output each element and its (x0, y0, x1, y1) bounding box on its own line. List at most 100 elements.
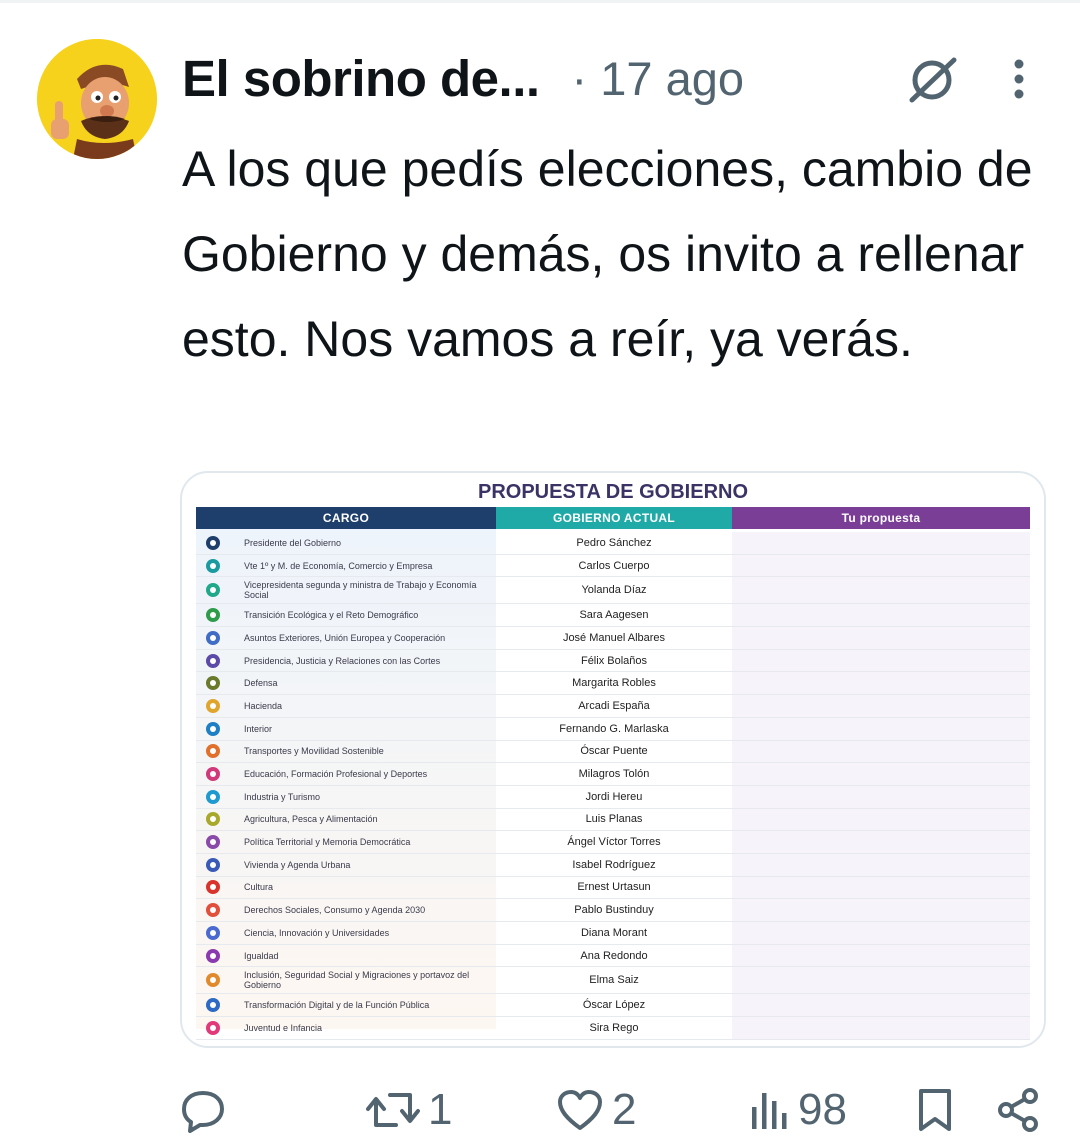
proposal-cell (732, 763, 1030, 785)
heart-icon (558, 1090, 602, 1130)
table-row: Derechos Sociales, Consumo y Agenda 2030… (196, 899, 1030, 922)
views-count: 98 (798, 1085, 847, 1134)
tweet-image[interactable]: PROPUESTA DE GOBIERNO CARGO GOBIERNO ACT… (180, 471, 1046, 1048)
proposal-cell (732, 577, 1030, 604)
share-icon (998, 1088, 1038, 1132)
ministry-icon (206, 998, 220, 1013)
table-row: Cultura Ernest Urtasun (196, 876, 1030, 900)
grok-icon[interactable] (904, 54, 962, 104)
cargo-cell: Vivienda y Agenda Urbana (244, 859, 351, 870)
proposal-cell (732, 554, 1030, 577)
proposal-cell (732, 967, 1030, 994)
proposal-cell (732, 717, 1030, 740)
col-header-cargo: CARGO (196, 507, 496, 529)
bookmark-button[interactable] (916, 1078, 954, 1142)
proposal-cell (732, 944, 1030, 967)
government-table: Presidente del Gobierno Pedro Sánchez Vte … (196, 532, 1030, 1040)
actual-cell: Jordi Hereu (585, 790, 643, 803)
cargo-cell: Transición Ecológica y el Reto Demográfi… (244, 610, 419, 621)
table-row: Igualdad Ana Redondo (196, 944, 1030, 968)
actual-cell: Milagros Tolón (578, 768, 650, 781)
timestamp[interactable]: · 17 ago (572, 51, 744, 106)
actual-cell: Ana Redondo (580, 949, 648, 962)
proposal-cell (732, 853, 1030, 876)
table-row: Transición Ecológica y el Reto Demográfi… (196, 604, 1030, 628)
views-icon (752, 1093, 787, 1129)
actual-cell: Luis Planas (585, 813, 643, 826)
ministry-icon (206, 558, 220, 573)
actual-cell: Óscar Puente (580, 745, 648, 758)
table-row: Defensa Margarita Robles (196, 672, 1030, 696)
ministry-icon (206, 812, 220, 827)
proposal-cell (732, 695, 1030, 717)
actual-cell: Sara Aagesen (579, 609, 649, 622)
proposal-cell (732, 922, 1030, 944)
cargo-cell: Educación, Formación Profesional y Depor… (244, 769, 428, 780)
table-row: Interior Fernando G. Marlaska (196, 717, 1030, 741)
actual-cell: Óscar López (582, 999, 646, 1012)
retweet-button[interactable]: 1 (366, 1078, 452, 1142)
cargo-cell: Transportes y Movilidad Sostenible (244, 746, 384, 757)
retweet-icon (366, 1093, 420, 1127)
actual-cell: Félix Bolaños (580, 654, 648, 667)
cargo-cell: Hacienda (244, 700, 283, 711)
cargo-cell: Derechos Sociales, Consumo y Agenda 2030 (244, 905, 426, 916)
ministry-icon (206, 630, 220, 645)
proposal-cell (732, 808, 1030, 831)
bookmark-icon (919, 1089, 951, 1131)
cargo-cell: Industria y Turismo (244, 791, 321, 802)
actual-cell: Diana Morant (580, 926, 648, 939)
proposal-cell (732, 604, 1030, 627)
proposal-cell (732, 831, 1030, 853)
author-name[interactable]: El sobrino de... (182, 49, 540, 108)
reply-icon (182, 1091, 224, 1133)
table-row: Presidencia, Justicia y Relaciones con l… (196, 649, 1030, 673)
actual-cell: Yolanda Díaz (581, 584, 647, 597)
cargo-cell: Igualdad (244, 950, 279, 961)
col-header-tu: Tu propuesta (732, 507, 1030, 529)
proposal-cell (732, 899, 1030, 921)
cargo-cell: Cultura (244, 882, 274, 893)
views-button[interactable]: 98 (750, 1078, 847, 1142)
proposal-cell (732, 672, 1030, 695)
actual-cell: Isabel Rodríguez (572, 858, 656, 871)
more-dots-icon[interactable] (1006, 58, 1032, 102)
table-row: Vicepresidenta segunda y ministra de Tra… (196, 577, 1030, 605)
cargo-cell: Defensa (244, 678, 278, 689)
table-row: Transformación Digital y de la Función P… (196, 994, 1030, 1018)
share-button[interactable] (996, 1078, 1042, 1142)
ministry-icon (206, 835, 220, 850)
actual-cell: Elma Saiz (589, 974, 639, 987)
actual-cell: Pedro Sánchez (576, 536, 652, 549)
like-button[interactable]: 2 (556, 1078, 636, 1142)
cargo-cell: Presidente del Gobierno (244, 537, 342, 548)
ministry-icon (206, 973, 220, 988)
cargo-cell: Ciencia, Innovación y Universidades (244, 927, 390, 938)
avatar[interactable] (37, 39, 157, 159)
proposal-cell (732, 740, 1030, 763)
tweet-text: A los que pedís elecciones, cambio de Go… (182, 141, 1033, 367)
ministry-icon (206, 721, 220, 736)
proposal-cell (732, 994, 1030, 1017)
proposal-cell (732, 627, 1030, 649)
cargo-cell: Interior (244, 723, 273, 734)
ministry-icon (206, 880, 220, 895)
ministry-icon (206, 789, 220, 804)
actual-cell: Pablo Bustinduy (574, 904, 654, 917)
reply-button[interactable] (180, 1078, 234, 1142)
proposal-cell (732, 876, 1030, 899)
like-count: 2 (612, 1085, 637, 1134)
ministry-icon (206, 925, 220, 940)
table-row: Vivienda y Agenda Urbana Isabel Rodríguez (196, 853, 1030, 877)
table-row: Hacienda Arcadi España (196, 695, 1030, 718)
actual-cell: Ernest Urtasun (577, 881, 651, 894)
ministry-icon (206, 653, 220, 668)
table-row: Ciencia, Innovación y Universidades Diana… (196, 922, 1030, 945)
retweet-count: 1 (428, 1085, 453, 1134)
actual-cell: Fernando G. Marlaska (559, 722, 669, 735)
table-row: Industria y Turismo Jordi Hereu (196, 785, 1030, 809)
actual-cell: José Manuel Albares (562, 631, 666, 644)
actual-cell: Carlos Cuerpo (578, 559, 650, 572)
table-row: Presidente del Gobierno Pedro Sánchez (196, 532, 1030, 555)
ministry-icon (206, 535, 220, 550)
